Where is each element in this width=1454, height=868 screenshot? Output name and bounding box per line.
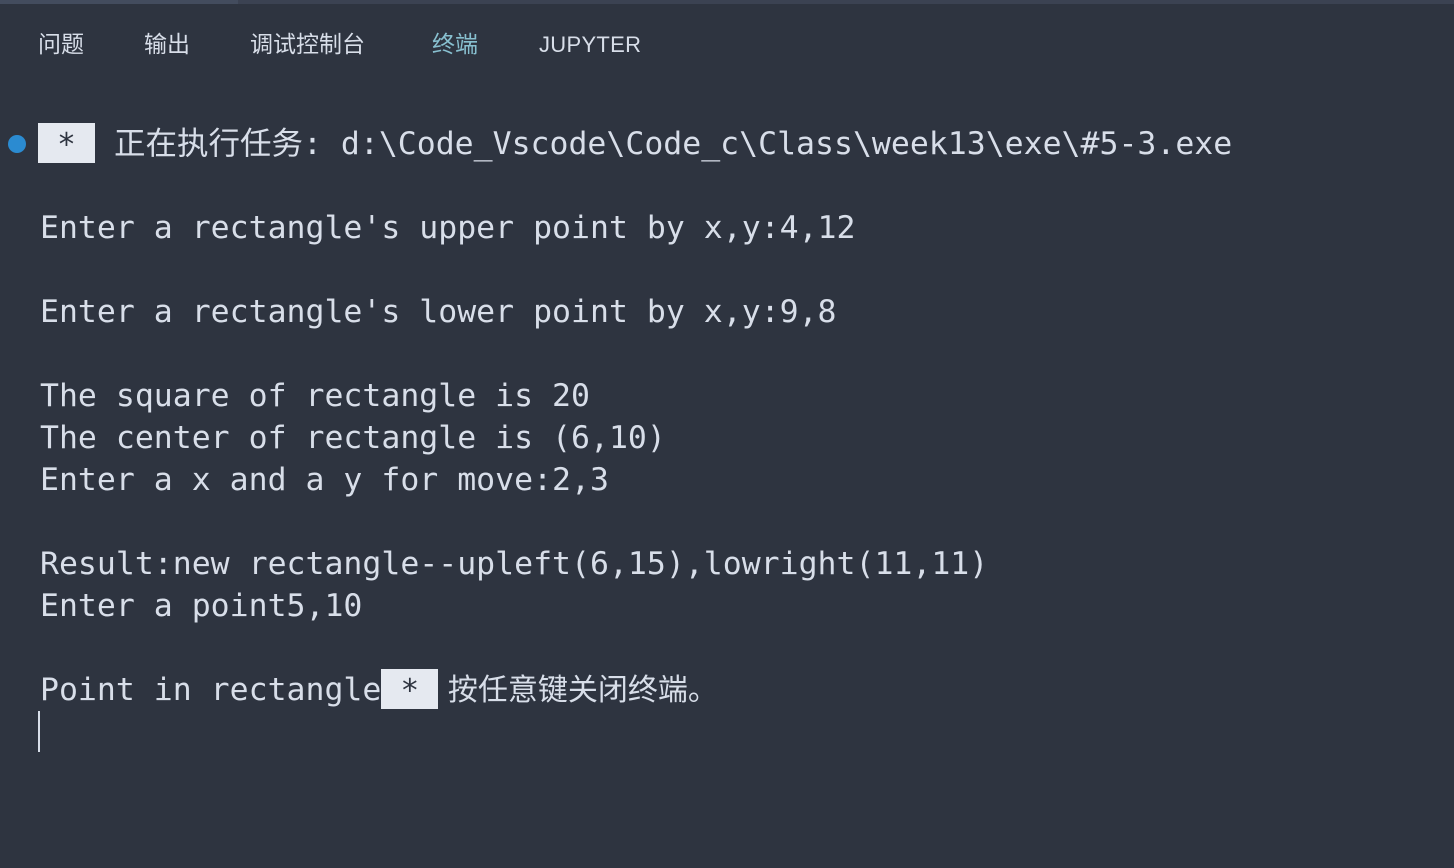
- output-line-1: Enter a rectangle's upper point by x,y:4…: [40, 210, 856, 246]
- tab-debug-console[interactable]: 调试控制台: [250, 30, 365, 60]
- tab-problems[interactable]: 问题: [38, 30, 84, 60]
- output-line-4: The center of rectangle is (6,10): [40, 420, 666, 456]
- task-star-badge: *: [38, 123, 95, 163]
- output-line-6: Result:new rectangle--upleft(6,15),lowri…: [40, 546, 989, 582]
- task-status-dot-icon: [8, 135, 26, 153]
- tab-output[interactable]: 输出: [144, 30, 190, 60]
- tab-jupyter[interactable]: JUPYTER: [539, 30, 641, 60]
- output-line-8: Point in rectangle * 按任意键关闭终端。: [40, 669, 718, 712]
- terminal-output[interactable]: * 正在执行任务: d:\Code_Vscode\Code_c\Class\we…: [0, 90, 1454, 868]
- task-line-text: 正在执行任务: d:\Code_Vscode\Code_c\Class\week…: [95, 126, 1233, 162]
- task-line: * 正在执行任务: d:\Code_Vscode\Code_c\Class\we…: [38, 123, 1232, 165]
- output-line-2: Enter a rectangle's lower point by x,y:9…: [40, 294, 837, 330]
- text-cursor: [38, 711, 40, 752]
- output-line-5: Enter a x and a y for move:2,3: [40, 462, 609, 498]
- close-hint-text: 按任意键关闭终端。: [438, 673, 718, 708]
- close-star-badge: *: [381, 669, 439, 709]
- output-line-3: The square of rectangle is 20: [40, 378, 590, 414]
- panel-tabbar: 问题 输出 调试控制台 终端 JUPYTER: [0, 4, 1454, 90]
- tab-terminal[interactable]: 终端: [432, 30, 478, 60]
- output-line-7: Enter a point5,10: [40, 588, 363, 624]
- output-line-8-text: Point in rectangle: [40, 672, 382, 708]
